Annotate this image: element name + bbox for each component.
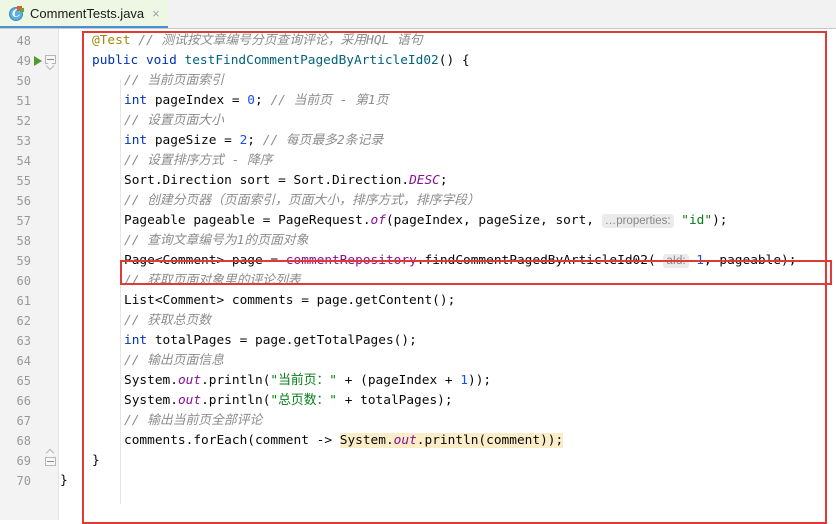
code-line-55[interactable]: Sort.Direction sort = Sort.Direction.DES… <box>124 171 448 191</box>
line-number: 59 <box>16 254 31 268</box>
code-line-58[interactable]: // 查询文章编号为1的页面对象 <box>124 231 308 251</box>
code-line-49[interactable]: public void testFindCommentPagedByArticl… <box>92 51 470 71</box>
line-comment: // 设置排序方式 - 降序 <box>124 153 273 168</box>
parameter-hint: …properties: <box>601 214 674 228</box>
code-line-60[interactable]: // 获取页面对象里的评论列表 <box>124 271 301 291</box>
static-method: of <box>370 213 386 228</box>
string-literal: "id" <box>681 213 713 228</box>
parameter-hint: aId: <box>663 254 689 268</box>
method-name: testFindCommentPagedByArticleId02 <box>184 53 439 68</box>
code-line-50[interactable]: // 当前页面索引 <box>124 71 224 91</box>
code-fold-collapse-icon[interactable] <box>45 448 56 466</box>
line-comment: // 输出当前页全部评论 <box>124 413 263 428</box>
line-comment: // 查询文章编号为1的页面对象 <box>124 233 309 248</box>
line-number: 55 <box>16 174 31 188</box>
code-line-62[interactable]: // 获取总页数 <box>124 311 211 331</box>
code-editor[interactable]: 48 49 50 51 52 53 54 55 56 57 58 59 60 6… <box>0 29 836 524</box>
code-line-69[interactable]: } <box>92 451 100 471</box>
code-text-area[interactable]: @Test // 测试按文章编号分页查询评论，采用HQL 语句 public v… <box>59 29 836 520</box>
java-test-class-icon: C <box>9 5 24 21</box>
code-line-48[interactable]: @Test // 测试按文章编号分页查询评论，采用HQL 语句 <box>92 31 423 51</box>
code-line-53[interactable]: int pageSize = 2; // 每页最多2条记录 <box>124 131 383 151</box>
line-number: 49 <box>16 54 31 68</box>
line-number: 58 <box>16 234 31 248</box>
line-number: 54 <box>16 154 31 168</box>
string-literal: "总页数：" <box>270 393 338 408</box>
code-line-67[interactable]: // 输出当前页全部评论 <box>124 411 262 431</box>
line-number: 68 <box>16 434 31 448</box>
code-line-59[interactable]: Page<Comment> page = commentRepository.f… <box>124 251 796 271</box>
line-comment: // 创建分页器（页面索引，页面大小，排序方式，排序字段） <box>124 193 480 208</box>
static-field-out: out <box>177 373 202 388</box>
line-comment: // 获取页面对象里的评论列表 <box>124 273 301 288</box>
line-number: 48 <box>16 34 31 48</box>
line-number: 67 <box>16 414 31 428</box>
code-line-65[interactable]: System.out.println("当前页：" + (pageIndex +… <box>124 371 491 391</box>
static-field-out: out <box>393 433 417 448</box>
method-call: findCommentPagedByArticleId02 <box>424 253 648 268</box>
code-line-61[interactable]: List<Comment> comments = page.getContent… <box>124 291 455 311</box>
code-line-68[interactable]: comments.forEach(comment -> System.out.p… <box>124 431 564 451</box>
close-icon[interactable]: × <box>150 6 160 21</box>
line-comment: // 测试按文章编号分页查询评论，采用HQL 语句 <box>138 33 423 48</box>
line-comment: // 当前页 - 第1页 <box>270 93 389 108</box>
line-comment: // 输出页面信息 <box>124 353 224 368</box>
line-comment: // 当前页面索引 <box>124 73 224 88</box>
annotation-test: @Test <box>92 33 131 48</box>
code-line-66[interactable]: System.out.println("总页数：" + totalPages); <box>124 391 453 411</box>
line-number: 50 <box>16 74 31 88</box>
static-constant: DESC <box>409 173 440 188</box>
line-number: 53 <box>16 134 31 148</box>
line-number: 63 <box>16 334 31 348</box>
code-line-63[interactable]: int totalPages = page.getTotalPages(); <box>124 331 417 351</box>
string-literal: "当前页：" <box>270 373 338 388</box>
run-test-icon[interactable] <box>34 56 42 66</box>
line-comment: // 设置页面大小 <box>124 113 224 128</box>
code-fold-collapse-icon[interactable] <box>45 55 56 71</box>
line-number: 57 <box>16 214 31 228</box>
code-line-52[interactable]: // 设置页面大小 <box>124 111 224 131</box>
editor-tab-label: CommentTests.java <box>30 5 145 21</box>
line-number: 69 <box>16 454 31 468</box>
editor-tab-bar: C CommentTests.java × <box>0 0 836 29</box>
line-number: 66 <box>16 394 31 408</box>
code-line-56[interactable]: // 创建分页器（页面索引，页面大小，排序方式，排序字段） <box>124 191 480 211</box>
highlighted-expression: System.out.println(comment)); <box>339 433 564 448</box>
line-number: 60 <box>16 274 31 288</box>
editor-tab-commenttests[interactable]: C CommentTests.java × <box>0 0 168 28</box>
line-number: 61 <box>16 294 31 308</box>
line-comment: // 获取总页数 <box>124 313 212 328</box>
code-line-54[interactable]: // 设置排序方式 - 降序 <box>124 151 273 171</box>
code-line-57[interactable]: Pageable pageable = PageRequest.of(pageI… <box>124 211 728 231</box>
line-number: 70 <box>16 474 31 488</box>
line-number: 64 <box>16 354 31 368</box>
line-number: 56 <box>16 194 31 208</box>
code-line-70[interactable]: } <box>60 471 68 491</box>
line-number: 52 <box>16 114 31 128</box>
code-line-51[interactable]: int pageIndex = 0; // 当前页 - 第1页 <box>124 91 388 111</box>
line-number: 65 <box>16 374 31 388</box>
static-field-out: out <box>177 393 202 408</box>
field-reference: commentRepository <box>285 253 417 268</box>
line-number: 62 <box>16 314 31 328</box>
line-number: 51 <box>16 94 31 108</box>
line-comment: // 每页最多2条记录 <box>262 133 384 148</box>
code-line-64[interactable]: // 输出页面信息 <box>124 351 224 371</box>
